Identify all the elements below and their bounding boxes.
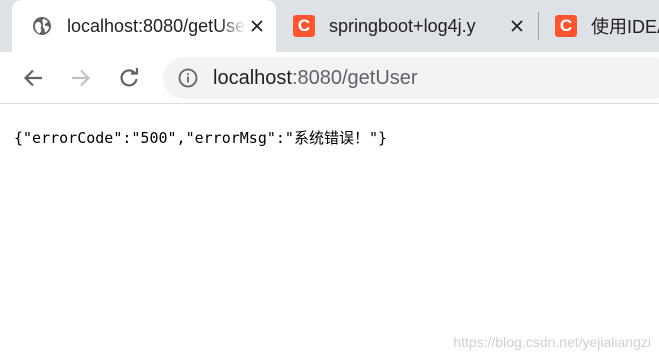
url-path: :8080/getUser: [291, 66, 418, 89]
tab-title: localhost:8080/getUser: [67, 15, 246, 36]
globe-icon: [31, 15, 53, 37]
info-icon[interactable]: [177, 67, 199, 89]
csdn-c-icon: C: [555, 15, 577, 37]
tab-springboot-log4j[interactable]: C springboot+log4j.y: [278, 0, 536, 52]
reload-icon: [120, 68, 139, 87]
arrow-left-icon: [23, 69, 42, 87]
arrow-right-icon: [72, 69, 91, 87]
json-response: {"errorCode":"500","errorMsg":"系统错误！"}: [14, 129, 388, 147]
forward-button[interactable]: [65, 62, 97, 94]
url-host: localhost: [213, 66, 292, 89]
back-button[interactable]: [17, 62, 49, 94]
browser-toolbar: localhost:8080/getUser: [0, 52, 659, 104]
address-bar[interactable]: localhost:8080/getUser: [163, 57, 659, 99]
tab-strip: localhost:8080/getUser C springboot+log4…: [0, 0, 659, 52]
page-content: {"errorCode":"500","errorMsg":"系统错误！"} h…: [0, 105, 659, 358]
tab-title: springboot+log4j.y: [329, 15, 476, 36]
close-icon[interactable]: [246, 15, 268, 37]
url-text[interactable]: localhost:8080/getUser: [213, 67, 418, 90]
watermark: https://blog.csdn.net/yejialiangzi: [453, 334, 651, 350]
tab-localhost[interactable]: localhost:8080/getUser: [12, 0, 276, 52]
tab-separator: [538, 12, 539, 40]
csdn-c-icon: C: [293, 15, 315, 37]
reload-button[interactable]: [113, 62, 145, 94]
tab-title: 使用IDEA: [591, 17, 659, 37]
close-icon[interactable]: [506, 15, 528, 37]
tab-idea[interactable]: C 使用IDEA: [540, 0, 659, 52]
